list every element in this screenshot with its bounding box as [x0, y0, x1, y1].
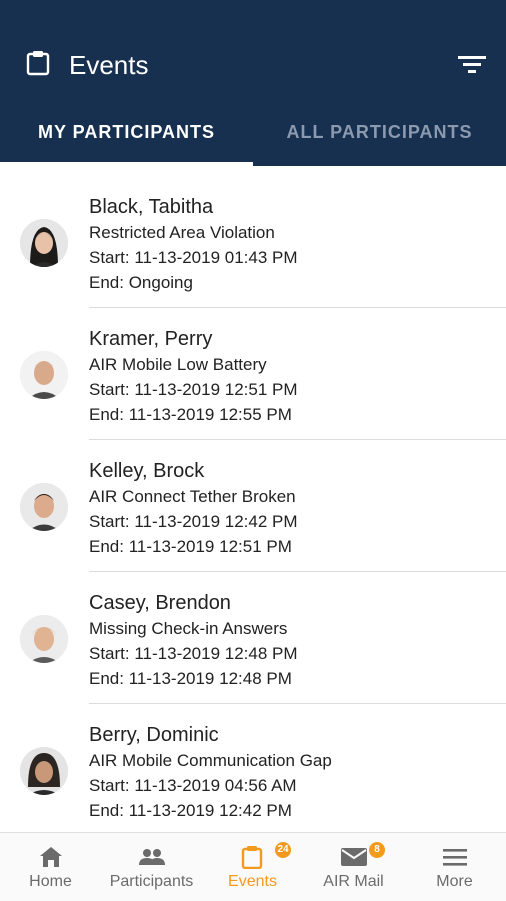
- menu-icon: [442, 849, 467, 866]
- nav-events[interactable]: 24 Events: [202, 833, 303, 901]
- nav-more[interactable]: More: [404, 833, 505, 901]
- event-type: Missing Check-in Answers: [89, 619, 288, 638]
- filter-icon[interactable]: [458, 54, 486, 76]
- event-list-item[interactable]: Kelley, Brock AIR Connect Tether Broken …: [0, 440, 506, 572]
- event-end: End: 11-13-2019 12:51 PM: [89, 537, 292, 556]
- page-title: Events: [69, 50, 149, 80]
- tab-bar: MY PARTICIPANTS ALL PARTICIPANTS: [0, 106, 506, 166]
- event-list-item[interactable]: Berry, Dominic AIR Mobile Communication …: [0, 704, 506, 836]
- person-photo-icon: [20, 747, 68, 795]
- avatar: [20, 351, 68, 399]
- event-end: End: 11-13-2019 12:48 PM: [89, 669, 292, 688]
- participant-name: Kramer, Perry: [89, 328, 213, 350]
- event-end: End: 11-13-2019 12:55 PM: [89, 405, 292, 424]
- event-list-item[interactable]: Black, Tabitha Restricted Area Violation…: [0, 176, 506, 308]
- person-photo-icon: [20, 219, 68, 267]
- nav-label: More: [436, 873, 473, 890]
- tab-my-participants[interactable]: MY PARTICIPANTS: [0, 106, 253, 166]
- person-photo-icon: [20, 483, 68, 531]
- participant-name: Kelley, Brock: [89, 460, 205, 482]
- event-type: AIR Mobile Low Battery: [89, 355, 267, 374]
- event-details: Casey, Brendon Missing Check-in Answers …: [89, 590, 298, 691]
- participant-name: Black, Tabitha: [89, 196, 214, 218]
- event-type: Restricted Area Violation: [89, 223, 275, 242]
- event-list-item[interactable]: Casey, Brendon Missing Check-in Answers …: [0, 572, 506, 704]
- nav-air-mail[interactable]: 8 AIR Mail: [303, 833, 404, 901]
- event-details: Black, Tabitha Restricted Area Violation…: [89, 194, 298, 295]
- active-tab-indicator: [0, 162, 253, 166]
- clipboard-icon: [241, 846, 262, 869]
- clipboard-icon: [26, 51, 50, 76]
- event-start: Start: 11-13-2019 01:43 PM: [89, 248, 298, 267]
- nav-label: Participants: [109, 873, 194, 890]
- event-type: AIR Mobile Communication Gap: [89, 751, 332, 770]
- person-photo-icon: [20, 351, 68, 399]
- nav-label: Home: [29, 873, 72, 890]
- event-details: Kelley, Brock AIR Connect Tether Broken …: [89, 458, 298, 559]
- avatar: [20, 483, 68, 531]
- event-end: End: 11-13-2019 12:42 PM: [89, 801, 292, 820]
- participant-name: Casey, Brendon: [89, 592, 231, 614]
- mail-badge: 8: [369, 842, 385, 858]
- participant-name: Berry, Dominic: [89, 724, 219, 746]
- home-icon: [39, 847, 62, 867]
- nav-home[interactable]: Home: [0, 833, 101, 901]
- event-details: Berry, Dominic AIR Mobile Communication …: [89, 722, 332, 823]
- nav-participants[interactable]: Participants: [101, 833, 202, 901]
- person-photo-icon: [20, 615, 68, 663]
- avatar: [20, 615, 68, 663]
- event-start: Start: 11-13-2019 12:48 PM: [89, 644, 298, 663]
- app-bar: Events MY PARTICIPANTS ALL PARTICIPANTS: [0, 0, 506, 166]
- event-details: Kramer, Perry AIR Mobile Low Battery Sta…: [89, 326, 298, 427]
- people-icon: [138, 849, 165, 865]
- events-badge: 24: [275, 842, 291, 858]
- event-start: Start: 11-13-2019 12:42 PM: [89, 512, 298, 531]
- event-list-item[interactable]: Kramer, Perry AIR Mobile Low Battery Sta…: [0, 308, 506, 440]
- event-end: End: Ongoing: [89, 273, 193, 292]
- tab-all-participants[interactable]: ALL PARTICIPANTS: [253, 106, 506, 166]
- avatar: [20, 747, 68, 795]
- avatar: [20, 219, 68, 267]
- bottom-navigation: Home Participants 24 Events 8 AIR Mail M…: [0, 832, 506, 901]
- event-type: AIR Connect Tether Broken: [89, 487, 296, 506]
- event-list: Black, Tabitha Restricted Area Violation…: [0, 176, 506, 836]
- nav-label: AIR Mail: [323, 873, 384, 890]
- nav-label: Events: [228, 873, 277, 890]
- event-start: Start: 11-13-2019 12:51 PM: [89, 380, 298, 399]
- mail-icon: [340, 848, 367, 866]
- event-start: Start: 11-13-2019 04:56 AM: [89, 776, 297, 795]
